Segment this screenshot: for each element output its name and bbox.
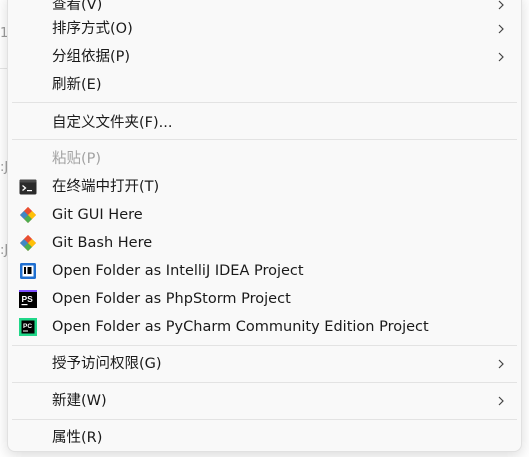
menu-item-label: 排序方式(O): [52, 21, 133, 37]
chevron-right-icon: [498, 52, 504, 62]
phpstorm-icon-text: PS: [22, 294, 34, 304]
phpstorm-icon: PS: [19, 290, 37, 308]
menu-item-refresh[interactable]: 刷新(E): [8, 71, 521, 99]
menu-item-open-in-terminal[interactable]: 在终端中打开(T): [8, 173, 521, 201]
menu-item-new[interactable]: 新建(W): [8, 387, 521, 415]
menu-item-label: 新建(W): [52, 393, 107, 409]
menu-separator: [12, 419, 517, 420]
chevron-right-icon: [498, 359, 504, 369]
desktop-background: 1 :J :J 查看(V) 排序方式(O) 分组依据(P) 刷新(E) 自定义文…: [0, 0, 529, 457]
menu-item-open-phpstorm[interactable]: PS Open Folder as PhpStorm Project: [8, 285, 521, 313]
menu-item-label: Open Folder as IntelliJ IDEA Project: [52, 263, 304, 279]
menu-item-open-intellij[interactable]: Open Folder as IntelliJ IDEA Project: [8, 257, 521, 285]
menu-item-label: 授予访问权限(G): [52, 356, 162, 372]
menu-item-label: 在终端中打开(T): [52, 179, 160, 195]
menu-item-label: Git Bash Here: [52, 235, 153, 251]
menu-item-group-by[interactable]: 分组依据(P): [8, 43, 521, 71]
menu-separator: [12, 382, 517, 383]
menu-item-give-access[interactable]: 授予访问权限(G): [8, 350, 521, 378]
menu-separator: [12, 139, 517, 140]
pycharm-icon-text: PC: [23, 323, 32, 330]
menu-item-git-gui-here[interactable]: Git GUI Here: [8, 201, 521, 229]
menu-separator: [12, 345, 517, 346]
menu-item-label: 属性(R): [52, 430, 103, 446]
context-menu: 查看(V) 排序方式(O) 分组依据(P) 刷新(E) 自定义文件夹(F)...…: [7, 0, 522, 452]
menu-item-open-pycharm[interactable]: PC Open Folder as PyCharm Community Edit…: [8, 313, 521, 341]
chevron-right-icon: [498, 24, 504, 34]
menu-item-label: 粘贴(P): [52, 151, 102, 167]
menu-separator: [12, 102, 517, 103]
menu-item-git-bash-here[interactable]: Git Bash Here: [8, 229, 521, 257]
terminal-icon: [19, 179, 37, 195]
menu-item-label: Open Folder as PyCharm Community Edition…: [52, 319, 429, 335]
pycharm-icon: PC: [19, 318, 37, 336]
menu-item-customize-folder[interactable]: 自定义文件夹(F)...: [8, 109, 521, 137]
intellij-idea-icon: [20, 263, 36, 279]
chevron-right-icon: [498, 0, 504, 10]
menu-item-label: 刷新(E): [52, 77, 102, 93]
menu-item-label: Git GUI Here: [52, 207, 143, 223]
menu-item-label: Open Folder as PhpStorm Project: [52, 291, 291, 307]
menu-item-properties[interactable]: 属性(R): [8, 424, 521, 452]
git-icon: [20, 235, 36, 251]
menu-item-label: 自定义文件夹(F)...: [52, 115, 173, 131]
menu-item-paste: 粘贴(P): [8, 145, 521, 173]
menu-item-sort-by[interactable]: 排序方式(O): [8, 15, 521, 43]
chevron-right-icon: [498, 396, 504, 406]
menu-item-label: 分组依据(P): [52, 49, 131, 65]
git-icon: [20, 207, 36, 223]
